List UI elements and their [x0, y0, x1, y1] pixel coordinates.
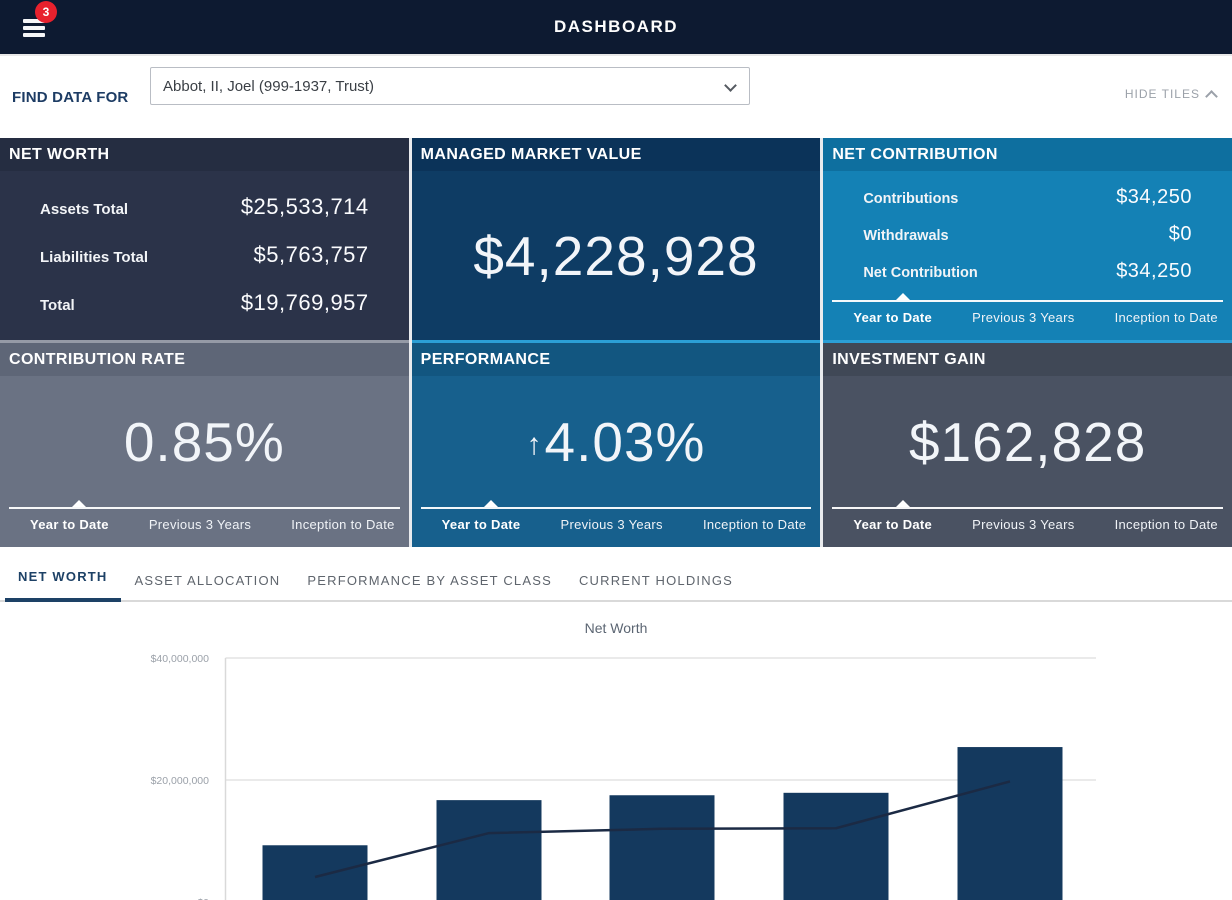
find-data-label: FIND DATA FOR: [12, 89, 128, 106]
net-contribution-row-contributions: Contributions $34,250: [863, 179, 1192, 216]
period-tab-inception-to-date[interactable]: Inception to Date: [703, 517, 806, 532]
tab-current-holdings[interactable]: CURRENT HOLDINGS: [566, 573, 746, 602]
selected-period-marker: [9, 507, 400, 509]
selected-period-marker: [832, 300, 1223, 302]
period-selector: Year to Date Previous 3 Years Inception …: [412, 507, 821, 547]
svg-text:$40,000,000: $40,000,000: [151, 653, 210, 665]
tile-managed-market-value: MANAGED MARKET VALUE $4,228,928: [412, 138, 821, 340]
net-worth-row-assets: Assets Total $25,533,714: [40, 183, 369, 231]
net-worth-row-liabilities: Liabilities Total $5,763,757: [40, 231, 369, 279]
managed-market-value-amount: $4,228,928: [412, 171, 821, 340]
period-tab-year-to-date[interactable]: Year to Date: [442, 517, 521, 532]
arrow-up-icon: ↑: [527, 428, 543, 462]
tile-investment-gain: INVESTMENT GAIN $162,828 Year to Date Pr…: [823, 340, 1232, 547]
account-select-value: Abbot, II, Joel (999-1937, Trust): [163, 78, 374, 95]
tab-performance-by-asset-class[interactable]: PERFORMANCE BY ASSET CLASS: [294, 573, 565, 602]
tile-contribution-rate-title: CONTRIBUTION RATE: [0, 343, 409, 376]
period-selector: Year to Date Previous 3 Years Inception …: [823, 300, 1232, 340]
selected-period-marker: [421, 507, 812, 509]
net-worth-chart: $40,000,000$20,000,000$0: [0, 640, 1232, 900]
app-header: 3 DASHBOARD: [0, 0, 1232, 54]
investment-gain-value: $162,828: [823, 376, 1232, 507]
period-tab-year-to-date[interactable]: Year to Date: [853, 517, 932, 532]
tile-performance-title: PERFORMANCE: [412, 343, 821, 376]
period-tab-previous-3-years[interactable]: Previous 3 Years: [972, 310, 1074, 325]
period-selector: Year to Date Previous 3 Years Inception …: [0, 507, 409, 547]
performance-value: ↑ 4.03%: [412, 376, 821, 507]
contribution-rate-value: 0.85%: [0, 376, 409, 507]
selected-period-marker: [832, 507, 1223, 509]
period-tab-year-to-date[interactable]: Year to Date: [853, 310, 932, 325]
tile-net-worth-title: NET WORTH: [0, 138, 409, 171]
chevron-up-icon: [1205, 90, 1218, 103]
summary-tiles: NET WORTH Assets Total $25,533,714 Liabi…: [0, 138, 1232, 547]
tile-performance: PERFORMANCE ↑ 4.03% Year to Date Previou…: [412, 340, 821, 547]
net-worth-chart-svg: $40,000,000$20,000,000$0: [0, 640, 1232, 900]
net-contribution-row-withdrawals: Withdrawals $0: [863, 216, 1192, 253]
account-select[interactable]: Abbot, II, Joel (999-1937, Trust): [150, 67, 750, 105]
section-tab-bar: NET WORTH ASSET ALLOCATION PERFORMANCE B…: [0, 547, 1232, 602]
tile-investment-gain-title: INVESTMENT GAIN: [823, 343, 1232, 376]
tab-net-worth[interactable]: NET WORTH: [5, 569, 121, 602]
net-worth-row-total: Total $19,769,957: [40, 279, 369, 327]
tile-net-worth: NET WORTH Assets Total $25,533,714 Liabi…: [0, 138, 409, 340]
period-tab-previous-3-years[interactable]: Previous 3 Years: [560, 517, 662, 532]
chart-title: Net Worth: [0, 620, 1232, 640]
period-tab-previous-3-years[interactable]: Previous 3 Years: [149, 517, 251, 532]
hide-tiles-label: HIDE TILES: [1125, 87, 1200, 101]
tab-asset-allocation[interactable]: ASSET ALLOCATION: [122, 573, 294, 602]
tile-net-contribution-title: NET CONTRIBUTION: [823, 138, 1232, 171]
period-tab-year-to-date[interactable]: Year to Date: [30, 517, 109, 532]
period-tab-inception-to-date[interactable]: Inception to Date: [291, 517, 394, 532]
hide-tiles-button[interactable]: HIDE TILES: [1125, 87, 1216, 101]
chevron-down-icon: [724, 79, 737, 92]
period-tab-inception-to-date[interactable]: Inception to Date: [1115, 310, 1218, 325]
find-data-bar: FIND DATA FOR Abbot, II, Joel (999-1937,…: [0, 54, 1232, 138]
period-tab-previous-3-years[interactable]: Previous 3 Years: [972, 517, 1074, 532]
tile-contribution-rate: CONTRIBUTION RATE 0.85% Year to Date Pre…: [0, 340, 409, 547]
net-contribution-row-net: Net Contribution $34,250: [863, 253, 1192, 290]
period-tab-inception-to-date[interactable]: Inception to Date: [1115, 517, 1218, 532]
page-title: DASHBOARD: [0, 0, 1232, 54]
tile-net-contribution: NET CONTRIBUTION Contributions $34,250 W…: [823, 138, 1232, 340]
svg-text:$20,000,000: $20,000,000: [151, 775, 210, 787]
period-selector: Year to Date Previous 3 Years Inception …: [823, 507, 1232, 547]
tile-mmv-title: MANAGED MARKET VALUE: [412, 138, 821, 171]
